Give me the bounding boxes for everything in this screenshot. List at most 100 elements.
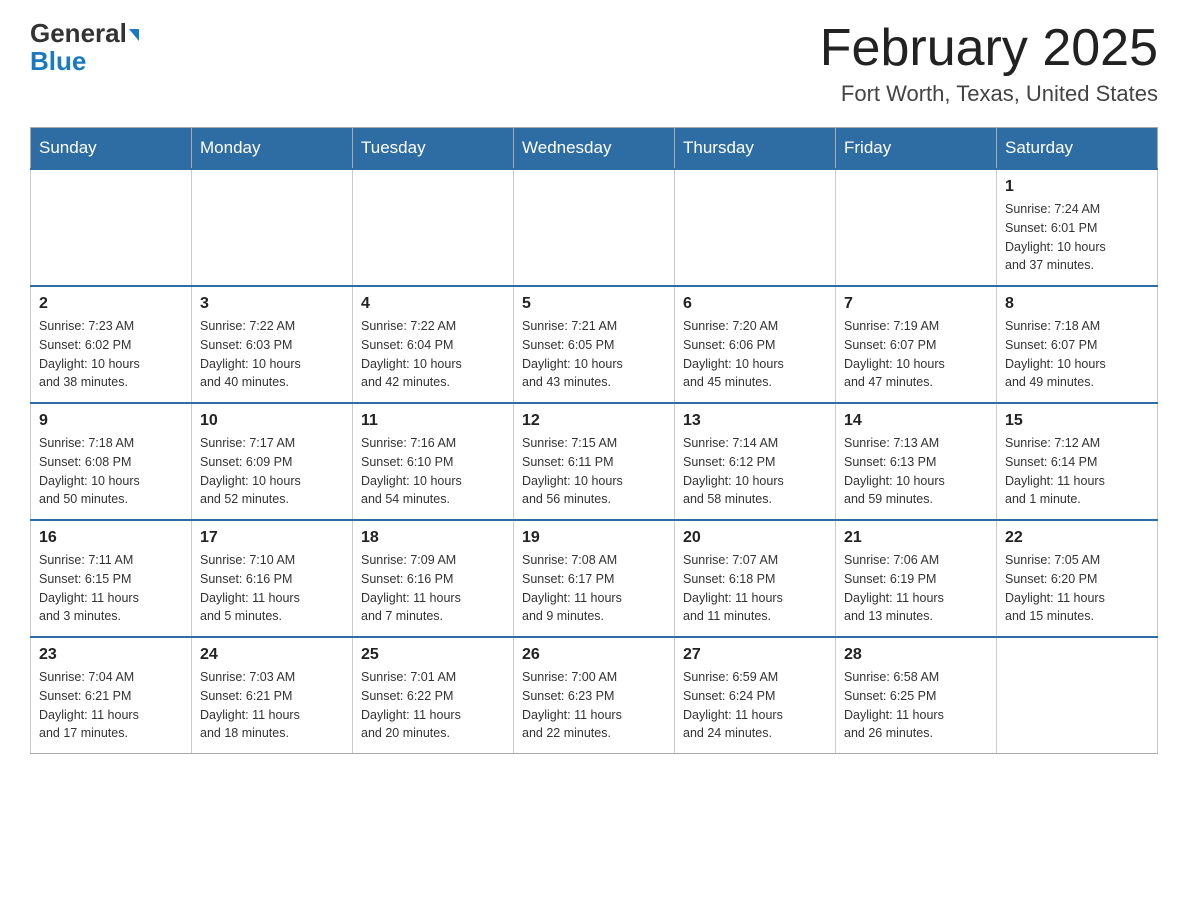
day-info: Sunrise: 7:14 AM Sunset: 6:12 PM Dayligh… (683, 434, 827, 509)
logo: General Blue (30, 20, 139, 74)
day-info: Sunrise: 7:22 AM Sunset: 6:04 PM Dayligh… (361, 317, 505, 392)
calendar-day-cell: 5 Sunrise: 7:21 AM Sunset: 6:05 PM Daylig… (514, 286, 675, 403)
day-of-week-header: Saturday (997, 128, 1158, 170)
calendar-day-cell: 9 Sunrise: 7:18 AM Sunset: 6:08 PM Daylig… (31, 403, 192, 520)
day-number: 8 (1005, 295, 1149, 313)
logo-arrow-icon (129, 29, 139, 41)
day-number: 4 (361, 295, 505, 313)
day-info: Sunrise: 7:21 AM Sunset: 6:05 PM Dayligh… (522, 317, 666, 392)
day-info: Sunrise: 7:23 AM Sunset: 6:02 PM Dayligh… (39, 317, 183, 392)
day-number: 5 (522, 295, 666, 313)
day-number: 16 (39, 529, 183, 547)
calendar-day-cell: 24 Sunrise: 7:03 AM Sunset: 6:21 PM Dayli… (192, 637, 353, 754)
day-number: 27 (683, 646, 827, 664)
day-info: Sunrise: 7:19 AM Sunset: 6:07 PM Dayligh… (844, 317, 988, 392)
calendar-day-cell (192, 169, 353, 286)
day-number: 14 (844, 412, 988, 430)
day-number: 19 (522, 529, 666, 547)
calendar-day-cell: 6Sunrise: 7:20 AM Sunset: 6:06 PM Daylig… (675, 286, 836, 403)
day-number: 21 (844, 529, 988, 547)
day-info: Sunrise: 6:58 AM Sunset: 6:25 PM Dayligh… (844, 668, 988, 743)
day-info: Sunrise: 7:05 AM Sunset: 6:20 PM Dayligh… (1005, 551, 1149, 626)
calendar-day-cell: 8 Sunrise: 7:18 AM Sunset: 6:07 PM Daylig… (997, 286, 1158, 403)
day-info: Sunrise: 7:15 AM Sunset: 6:11 PM Dayligh… (522, 434, 666, 509)
title-block: February 2025 Fort Worth, Texas, United … (820, 20, 1158, 107)
day-number: 24 (200, 646, 344, 664)
day-number: 17 (200, 529, 344, 547)
day-info: Sunrise: 7:01 AM Sunset: 6:22 PM Dayligh… (361, 668, 505, 743)
calendar-header-row: SundayMondayTuesdayWednesdayThursdayFrid… (31, 128, 1158, 170)
calendar-day-cell: 12 Sunrise: 7:15 AM Sunset: 6:11 PM Dayli… (514, 403, 675, 520)
calendar-week-row: 23Sunrise: 7:04 AM Sunset: 6:21 PM Dayli… (31, 637, 1158, 754)
day-info: Sunrise: 7:11 AM Sunset: 6:15 PM Dayligh… (39, 551, 183, 626)
calendar-day-cell: 16 Sunrise: 7:11 AM Sunset: 6:15 PM Dayli… (31, 520, 192, 637)
day-info: Sunrise: 7:17 AM Sunset: 6:09 PM Dayligh… (200, 434, 344, 509)
day-number: 13 (683, 412, 827, 430)
calendar-day-cell: 10 Sunrise: 7:17 AM Sunset: 6:09 PM Dayli… (192, 403, 353, 520)
calendar-day-cell (31, 169, 192, 286)
day-of-week-header: Tuesday (353, 128, 514, 170)
day-number: 23 (39, 646, 183, 664)
day-info: Sunrise: 7:22 AM Sunset: 6:03 PM Dayligh… (200, 317, 344, 392)
day-info: Sunrise: 7:00 AM Sunset: 6:23 PM Dayligh… (522, 668, 666, 743)
calendar-day-cell: 2 Sunrise: 7:23 AM Sunset: 6:02 PM Daylig… (31, 286, 192, 403)
calendar-day-cell: 28Sunrise: 6:58 AM Sunset: 6:25 PM Dayli… (836, 637, 997, 754)
day-number: 15 (1005, 412, 1149, 430)
day-number: 10 (200, 412, 344, 430)
day-number: 7 (844, 295, 988, 313)
day-number: 18 (361, 529, 505, 547)
day-of-week-header: Sunday (31, 128, 192, 170)
day-info: Sunrise: 7:08 AM Sunset: 6:17 PM Dayligh… (522, 551, 666, 626)
calendar-day-cell: 15 Sunrise: 7:12 AM Sunset: 6:14 PM Dayli… (997, 403, 1158, 520)
calendar-day-cell: 22 Sunrise: 7:05 AM Sunset: 6:20 PM Dayli… (997, 520, 1158, 637)
day-info: Sunrise: 7:12 AM Sunset: 6:14 PM Dayligh… (1005, 434, 1149, 509)
day-of-week-header: Friday (836, 128, 997, 170)
day-info: Sunrise: 7:20 AM Sunset: 6:06 PM Dayligh… (683, 317, 827, 392)
page-title: February 2025 (820, 20, 1158, 77)
day-info: Sunrise: 7:09 AM Sunset: 6:16 PM Dayligh… (361, 551, 505, 626)
day-number: 1 (1005, 178, 1149, 196)
calendar-day-cell: 27Sunrise: 6:59 AM Sunset: 6:24 PM Dayli… (675, 637, 836, 754)
calendar-day-cell: 3 Sunrise: 7:22 AM Sunset: 6:03 PM Daylig… (192, 286, 353, 403)
calendar-day-cell (514, 169, 675, 286)
calendar-day-cell: 20 Sunrise: 7:07 AM Sunset: 6:18 PM Dayli… (675, 520, 836, 637)
day-info: Sunrise: 7:10 AM Sunset: 6:16 PM Dayligh… (200, 551, 344, 626)
day-number: 20 (683, 529, 827, 547)
logo-text-line1: General (30, 20, 139, 46)
day-number: 9 (39, 412, 183, 430)
day-of-week-header: Wednesday (514, 128, 675, 170)
day-info: Sunrise: 7:03 AM Sunset: 6:21 PM Dayligh… (200, 668, 344, 743)
page-subtitle: Fort Worth, Texas, United States (820, 81, 1158, 107)
day-number: 22 (1005, 529, 1149, 547)
day-of-week-header: Monday (192, 128, 353, 170)
page-header: General Blue February 2025 Fort Worth, T… (30, 20, 1158, 107)
day-info: Sunrise: 7:18 AM Sunset: 6:08 PM Dayligh… (39, 434, 183, 509)
day-info: Sunrise: 7:07 AM Sunset: 6:18 PM Dayligh… (683, 551, 827, 626)
day-of-week-header: Thursday (675, 128, 836, 170)
calendar-week-row: 2 Sunrise: 7:23 AM Sunset: 6:02 PM Daylig… (31, 286, 1158, 403)
calendar-day-cell: 26Sunrise: 7:00 AM Sunset: 6:23 PM Dayli… (514, 637, 675, 754)
calendar-day-cell (997, 637, 1158, 754)
calendar-week-row: 16 Sunrise: 7:11 AM Sunset: 6:15 PM Dayli… (31, 520, 1158, 637)
calendar-day-cell: 1Sunrise: 7:24 AM Sunset: 6:01 PM Daylig… (997, 169, 1158, 286)
calendar-day-cell: 19 Sunrise: 7:08 AM Sunset: 6:17 PM Dayli… (514, 520, 675, 637)
day-info: Sunrise: 7:18 AM Sunset: 6:07 PM Dayligh… (1005, 317, 1149, 392)
calendar-day-cell: 13 Sunrise: 7:14 AM Sunset: 6:12 PM Dayli… (675, 403, 836, 520)
calendar-week-row: 9 Sunrise: 7:18 AM Sunset: 6:08 PM Daylig… (31, 403, 1158, 520)
calendar-day-cell: 17 Sunrise: 7:10 AM Sunset: 6:16 PM Dayli… (192, 520, 353, 637)
calendar-day-cell: 21 Sunrise: 7:06 AM Sunset: 6:19 PM Dayli… (836, 520, 997, 637)
calendar-table: SundayMondayTuesdayWednesdayThursdayFrid… (30, 127, 1158, 754)
day-number: 2 (39, 295, 183, 313)
calendar-day-cell: 7 Sunrise: 7:19 AM Sunset: 6:07 PM Daylig… (836, 286, 997, 403)
day-number: 11 (361, 412, 505, 430)
calendar-day-cell: 14Sunrise: 7:13 AM Sunset: 6:13 PM Dayli… (836, 403, 997, 520)
calendar-day-cell: 23Sunrise: 7:04 AM Sunset: 6:21 PM Dayli… (31, 637, 192, 754)
calendar-week-row: 1Sunrise: 7:24 AM Sunset: 6:01 PM Daylig… (31, 169, 1158, 286)
day-info: Sunrise: 7:06 AM Sunset: 6:19 PM Dayligh… (844, 551, 988, 626)
calendar-day-cell (675, 169, 836, 286)
day-info: Sunrise: 7:16 AM Sunset: 6:10 PM Dayligh… (361, 434, 505, 509)
day-number: 3 (200, 295, 344, 313)
calendar-day-cell: 4 Sunrise: 7:22 AM Sunset: 6:04 PM Daylig… (353, 286, 514, 403)
calendar-day-cell: 25Sunrise: 7:01 AM Sunset: 6:22 PM Dayli… (353, 637, 514, 754)
day-number: 12 (522, 412, 666, 430)
